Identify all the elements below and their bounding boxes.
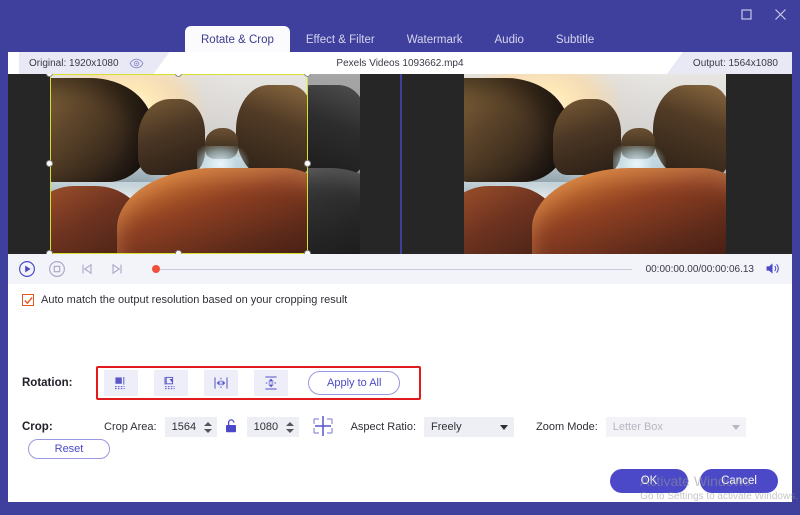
original-resolution-label: Original: 1920x1080 xyxy=(29,57,119,69)
tab-watermark[interactable]: Watermark xyxy=(391,26,479,54)
crop-handle-middle-right[interactable] xyxy=(304,160,311,167)
playback-controls-bar: 00:00:00.00/00:00:06.13 xyxy=(8,254,792,284)
preview-area xyxy=(8,74,792,254)
flip-horizontal-icon[interactable] xyxy=(204,370,238,396)
tab-label: Watermark xyxy=(406,34,463,46)
previous-frame-icon[interactable] xyxy=(76,258,98,280)
original-preview-pane[interactable] xyxy=(8,74,400,254)
cancel-label: Cancel xyxy=(721,475,757,487)
eye-icon[interactable] xyxy=(129,56,144,71)
seek-bar[interactable] xyxy=(146,258,632,280)
aspect-ratio-select[interactable]: Freely xyxy=(424,417,515,437)
tab-label: Audio xyxy=(494,34,524,46)
ok-label: OK xyxy=(640,475,658,487)
auto-match-label: Auto match the output resolution based o… xyxy=(41,294,348,306)
crop-height-stepper[interactable] xyxy=(285,418,295,436)
unlocked-padlock-icon[interactable] xyxy=(224,418,240,436)
tab-label: Rotate & Crop xyxy=(201,34,274,46)
window-controls xyxy=(736,4,790,24)
tab-effect-filter[interactable]: Effect & Filter xyxy=(290,26,391,54)
tab-rotate-crop[interactable]: Rotate & Crop xyxy=(185,26,290,54)
seek-track xyxy=(160,269,632,270)
tab-bar: Rotate & Crop Effect & Filter Watermark … xyxy=(185,26,610,54)
auto-match-checkbox[interactable] xyxy=(22,294,34,306)
next-frame-icon[interactable] xyxy=(106,258,128,280)
zoom-mode-select[interactable]: Letter Box xyxy=(605,417,746,437)
apply-to-all-button[interactable]: Apply to All xyxy=(308,371,401,395)
crop-height-value: 1080 xyxy=(253,421,279,433)
output-resolution-label: Output: 1564x1080 xyxy=(692,57,778,69)
reset-button[interactable]: Reset xyxy=(28,439,110,459)
crop-width-input[interactable]: 1564 xyxy=(164,417,217,437)
crop-width-stepper[interactable] xyxy=(203,418,213,436)
zoom-mode-label: Zoom Mode: xyxy=(536,421,598,433)
crop-width-value: 1564 xyxy=(171,421,197,433)
flip-vertical-icon[interactable] xyxy=(254,370,288,396)
title-bar: Rotate & Crop Effect & Filter Watermark … xyxy=(0,0,800,54)
tab-audio[interactable]: Audio xyxy=(479,26,540,54)
output-preview-pane[interactable] xyxy=(400,74,792,254)
play-icon[interactable] xyxy=(16,258,38,280)
crop-position-icon[interactable] xyxy=(309,414,339,440)
aspect-ratio-label: Aspect Ratio: xyxy=(350,421,417,433)
stop-icon[interactable] xyxy=(46,258,68,280)
reset-label: Reset xyxy=(54,443,84,455)
cancel-button[interactable]: Cancel xyxy=(700,469,778,493)
zoom-mode-value: Letter Box xyxy=(612,421,663,433)
crop-height-input[interactable]: 1080 xyxy=(246,417,299,437)
crop-area-label: Crop Area: xyxy=(104,421,157,433)
apply-to-all-label: Apply to All xyxy=(327,377,382,389)
rotation-row: Rotation: Apply to All xyxy=(22,370,401,396)
footer-bar: OK Cancel xyxy=(0,460,800,515)
auto-match-row[interactable]: Auto match the output resolution based o… xyxy=(22,294,347,306)
ok-button[interactable]: OK xyxy=(610,469,688,493)
time-display: 00:00:00.00/00:00:06.13 xyxy=(645,263,754,275)
rotate-left-icon[interactable] xyxy=(104,370,138,396)
maximize-icon[interactable] xyxy=(736,4,756,24)
tab-subtitle[interactable]: Subtitle xyxy=(540,26,610,54)
aspect-ratio-value: Freely xyxy=(431,421,462,433)
preview-info-strip: Pexels Videos 1093662.mp4 Original: 1920… xyxy=(8,52,792,74)
tab-label: Effect & Filter xyxy=(305,34,375,46)
cropped-region-preview xyxy=(50,74,308,254)
original-resolution-chip: Original: 1920x1080 xyxy=(19,52,170,74)
chevron-down-icon xyxy=(731,425,740,430)
volume-icon[interactable] xyxy=(764,260,782,278)
chevron-down-icon xyxy=(500,425,509,430)
close-icon[interactable] xyxy=(770,4,790,24)
crop-handle-middle-left[interactable] xyxy=(46,160,53,167)
rotate-right-icon[interactable] xyxy=(154,370,188,396)
tab-label: Subtitle xyxy=(555,34,595,46)
crop-row: Crop: Crop Area: 1564 1080 Aspect Ratio:… xyxy=(22,414,746,440)
controls-body: Auto match the output resolution based o… xyxy=(8,284,792,460)
editor-panel: Pexels Videos 1093662.mp4 Original: 1920… xyxy=(8,52,792,460)
seek-playhead[interactable] xyxy=(152,265,160,273)
crop-label: Crop: xyxy=(22,421,53,433)
rotation-label: Rotation: xyxy=(22,377,73,389)
output-video-frame xyxy=(464,74,726,254)
output-resolution-chip: Output: 1564x1080 xyxy=(666,52,792,74)
footer-actions: OK Cancel xyxy=(8,460,792,502)
